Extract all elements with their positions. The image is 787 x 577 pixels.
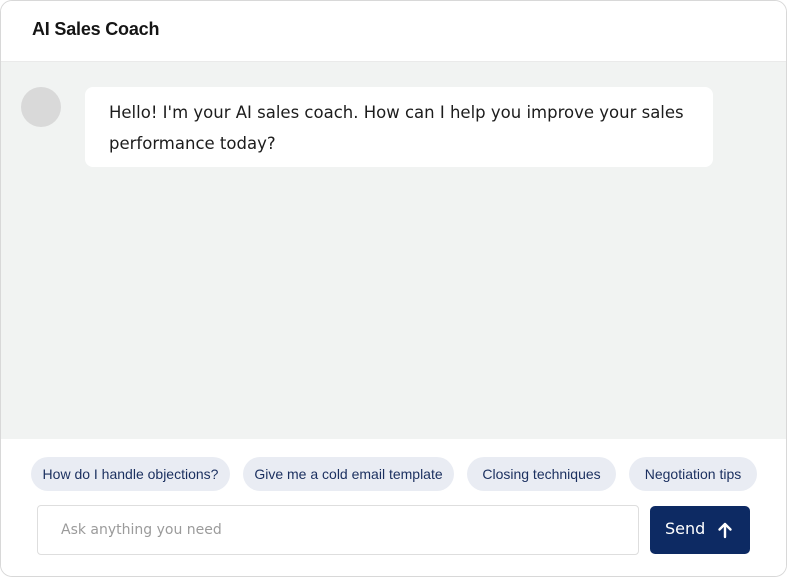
- suggestion-chip-cold-email[interactable]: Give me a cold email template: [243, 457, 454, 491]
- chat-window: AI Sales Coach Hello! I'm your AI sales …: [0, 0, 787, 577]
- assistant-message: Hello! I'm your AI sales coach. How can …: [85, 87, 713, 167]
- suggestion-chip-closing[interactable]: Closing techniques: [467, 457, 616, 491]
- suggestion-chip-objections[interactable]: How do I handle objections?: [31, 457, 230, 491]
- message-list[interactable]: Hello! I'm your AI sales coach. How can …: [1, 62, 786, 439]
- suggestion-chip-negotiation[interactable]: Negotiation tips: [629, 457, 757, 491]
- header: AI Sales Coach: [1, 1, 786, 62]
- composer-area: How do I handle objections? Give me a co…: [1, 439, 786, 576]
- arrow-up-icon: [718, 522, 732, 539]
- assistant-avatar: [21, 87, 61, 127]
- send-button-label: Send: [665, 519, 706, 538]
- app-title: AI Sales Coach: [32, 19, 160, 39]
- message-input[interactable]: [37, 505, 639, 555]
- send-button[interactable]: Send: [650, 506, 750, 554]
